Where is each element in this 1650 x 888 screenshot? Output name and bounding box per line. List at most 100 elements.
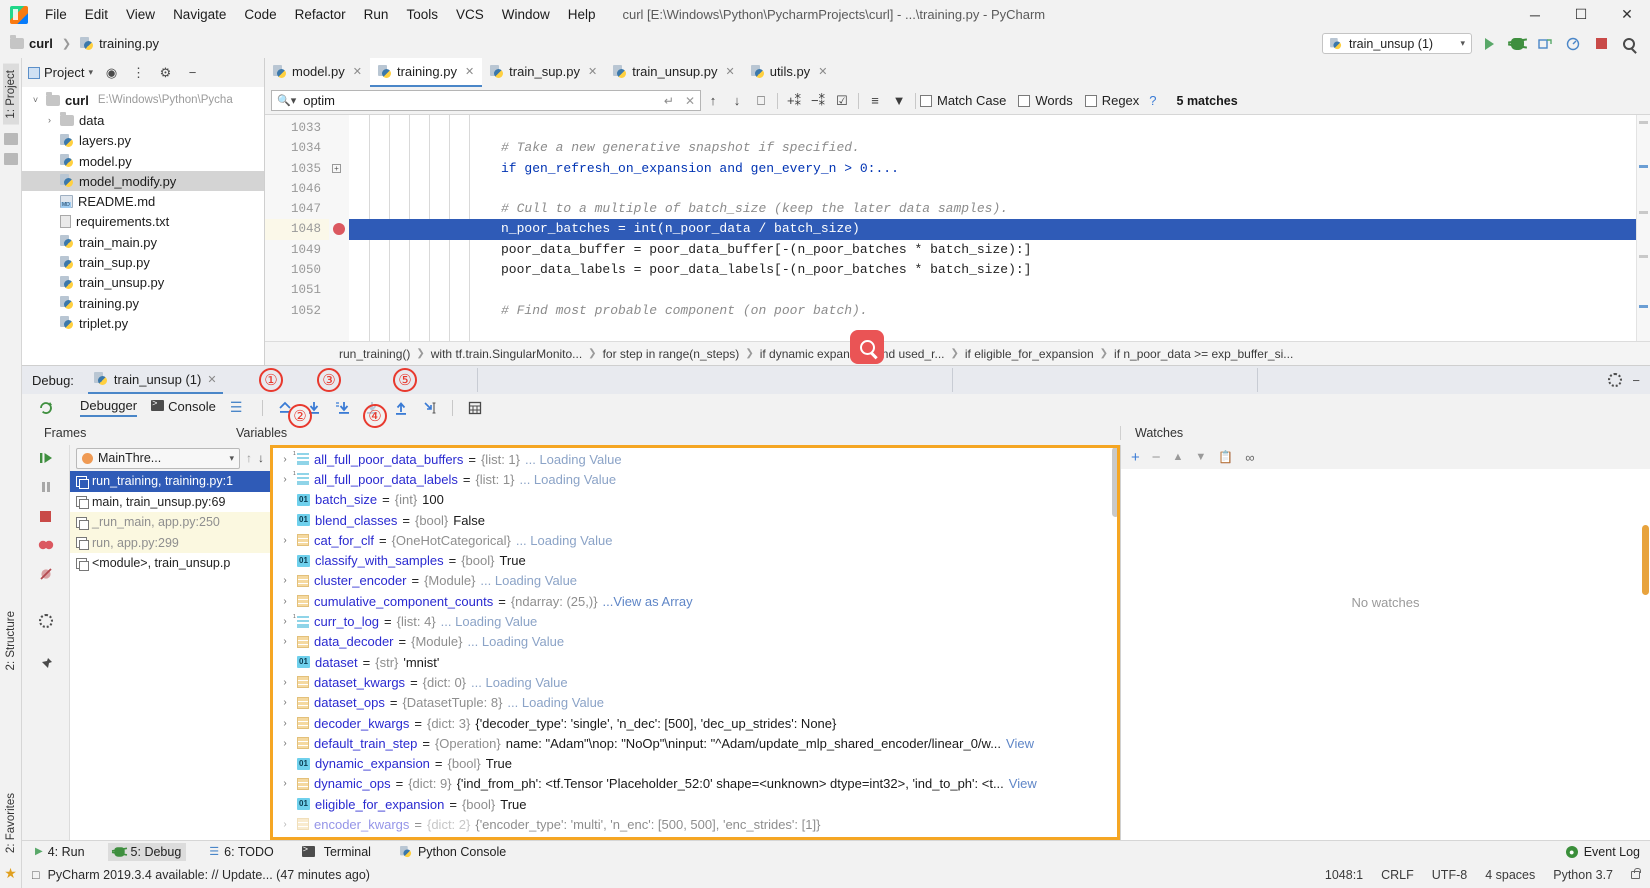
tab-train-unsup-py[interactable]: train_unsup.py ✕ [605, 58, 743, 87]
variable-suffix[interactable]: ... Loading Value [441, 614, 538, 629]
frames-panel[interactable]: MainThre... ▾ ↑ ↓ run_training, training… [70, 445, 270, 840]
menu-window[interactable]: Window [493, 4, 559, 25]
crumb-1[interactable]: with tf.train.SingularMonito... [431, 347, 582, 361]
project-tree[interactable]: ˅ curl E:\Windows\Python\Pycha › data la… [22, 87, 264, 365]
evaluate-expression-button[interactable] [462, 397, 488, 419]
search-everywhere-button[interactable] [1618, 33, 1640, 55]
variable-row[interactable]: › dataset_ops = {DatasetTuple: 8} ... Lo… [270, 693, 1120, 713]
frame-row-run-training[interactable]: run_training, training.py:1 [70, 471, 270, 492]
close-icon[interactable]: ✕ [588, 65, 597, 78]
variable-suffix[interactable]: ... Loading Value [516, 533, 613, 548]
variable-row[interactable]: 01 eligible_for_expansion = {bool} True [270, 794, 1120, 814]
select-all-occurrences-button[interactable]: ☑ [830, 90, 854, 112]
menu-code[interactable]: Code [235, 4, 285, 25]
menu-view[interactable]: View [117, 4, 164, 25]
frame-down-icon[interactable]: ↓ [258, 451, 264, 465]
run-button[interactable] [1478, 33, 1500, 55]
indent-setting[interactable]: 4 spaces [1485, 868, 1535, 882]
line-number-gutter[interactable]: 1033 1034 1035 1046 1047 1048 1049 1050 [265, 115, 345, 341]
watches-scrollbar[interactable] [1642, 525, 1649, 595]
hide-panel-icon[interactable]: − [184, 65, 201, 80]
close-icon[interactable]: ✕ [726, 65, 735, 78]
pin-tab-button[interactable] [36, 655, 56, 673]
add-selection-button[interactable]: +⁑ [782, 90, 806, 112]
profile-button[interactable] [1562, 33, 1584, 55]
variable-suffix[interactable]: ... Loading Value [507, 695, 604, 710]
crumb-2[interactable]: for step in range(n_steps) [603, 347, 740, 361]
rerun-button[interactable] [22, 400, 70, 416]
layout-settings-icon[interactable]: ☰ [230, 399, 243, 416]
maximize-button[interactable]: ☐ [1558, 0, 1604, 29]
tree-row-train-unsup[interactable]: train_unsup.py [22, 273, 264, 293]
move-down-icon[interactable]: ▼ [1195, 451, 1206, 463]
tree-row-root[interactable]: ˅ curl E:\Windows\Python\Pycha [22, 90, 264, 110]
coverage-button[interactable] [1534, 33, 1556, 55]
copy-icon[interactable]: 📋 [1218, 450, 1233, 464]
tree-row-train-sup[interactable]: train_sup.py [22, 252, 264, 272]
variable-suffix[interactable]: ... Loading Value [519, 472, 616, 487]
stop-program-button[interactable] [36, 507, 56, 525]
variable-row[interactable]: 01 dataset = {str} 'mnist' [270, 652, 1120, 672]
variable-row[interactable]: › curr_to_log = {list: 4} ... Loading Va… [270, 611, 1120, 631]
variable-suffix[interactable]: View [1006, 736, 1034, 751]
project-title[interactable]: Project ▾ [28, 65, 93, 80]
crumb-0[interactable]: run_training() [339, 347, 410, 361]
variable-row[interactable]: › data_decoder = {Module} ... Loading Va… [270, 632, 1120, 652]
tree-row-requirements[interactable]: requirements.txt [22, 212, 264, 232]
toolwindow-run[interactable]: ▶ 4: Run [30, 843, 90, 861]
tab-console[interactable]: Console [151, 398, 216, 416]
frame-row-run[interactable]: run, app.py:299 [70, 532, 270, 553]
variable-row[interactable]: › encoder_kwargs = {dict: 2} {'encoder_t… [270, 814, 1120, 834]
menu-tools[interactable]: Tools [397, 4, 447, 25]
settings-gear-icon[interactable]: ⚙ [157, 65, 174, 81]
close-icon[interactable]: ✕ [465, 65, 474, 78]
tree-row-train-main[interactable]: train_main.py [22, 232, 264, 252]
tree-row-readme[interactable]: README.md [22, 191, 264, 211]
menu-file[interactable]: File [36, 4, 76, 25]
settings-button[interactable] [36, 612, 56, 630]
chevron-right-icon[interactable]: › [278, 616, 292, 627]
variable-suffix[interactable]: ... Loading Value [471, 675, 568, 690]
frame-row-module[interactable]: <module>, train_unsup.p [70, 553, 270, 574]
breadcrumb-project[interactable]: curl [29, 36, 53, 51]
watches-panel[interactable]: + − ▲ ▼ 📋 ∞ No watches [1120, 445, 1650, 840]
variable-row[interactable]: › cumulative_component_counts = {ndarray… [270, 591, 1120, 611]
breadcrumb-file[interactable]: training.py [99, 36, 159, 51]
chevron-right-icon[interactable]: › [278, 697, 292, 708]
tab-utils-py[interactable]: utils.py ✕ [743, 58, 836, 87]
tree-row-triplet[interactable]: triplet.py [22, 313, 264, 333]
menu-navigate[interactable]: Navigate [164, 4, 235, 25]
settings-gear-icon[interactable] [1608, 373, 1623, 387]
menu-help[interactable]: Help [559, 4, 605, 25]
toolwindow-todo[interactable]: ☰ 6: TODO [204, 843, 278, 861]
move-up-icon[interactable]: ▲ [1173, 451, 1184, 463]
tab-debugger[interactable]: Debugger [80, 398, 138, 417]
variable-suffix[interactable]: ... Loading Value [467, 634, 564, 649]
menu-run[interactable]: Run [355, 4, 398, 25]
variables-panel[interactable]: › all_full_poor_data_buffers = {list: 1}… [270, 445, 1120, 840]
menu-refactor[interactable]: Refactor [286, 4, 355, 25]
tree-row-training[interactable]: training.py [22, 293, 264, 313]
crumb-5[interactable]: if n_poor_data >= exp_buffer_si... [1114, 347, 1293, 361]
hide-panel-icon[interactable]: − [1632, 373, 1640, 388]
link-icon[interactable]: ∞ [1245, 450, 1254, 465]
file-encoding[interactable]: UTF-8 [1432, 868, 1467, 882]
chevron-right-icon[interactable]: › [278, 575, 292, 586]
status-message[interactable]: PyCharm 2019.3.4 available: // Update...… [48, 868, 370, 882]
error-stripe-gutter[interactable] [1636, 115, 1650, 341]
step-out-button[interactable] [388, 397, 414, 419]
variable-row[interactable]: 01 dynamic_expansion = {bool} True [270, 753, 1120, 773]
regex-checkbox[interactable]: Regex ? [1084, 93, 1157, 108]
run-configuration-selector[interactable]: train_unsup (1) ▾ [1322, 33, 1472, 54]
search-input[interactable] [301, 92, 659, 109]
tab-model-py[interactable]: model.py ✕ [265, 58, 370, 87]
help-icon[interactable]: ? [1149, 93, 1156, 108]
frame-up-icon[interactable]: ↑ [246, 451, 252, 465]
view-breakpoints-button[interactable] [36, 536, 56, 554]
chevron-right-icon[interactable]: › [278, 454, 292, 465]
variable-suffix[interactable]: ...View as Array [603, 594, 693, 609]
chevron-right-icon[interactable]: › [278, 636, 292, 647]
variable-row[interactable]: › dataset_kwargs = {dict: 0} ... Loading… [270, 672, 1120, 692]
variable-suffix[interactable]: ... Loading Value [525, 452, 622, 467]
variable-row[interactable]: › cluster_encoder = {Module} ... Loading… [270, 571, 1120, 591]
